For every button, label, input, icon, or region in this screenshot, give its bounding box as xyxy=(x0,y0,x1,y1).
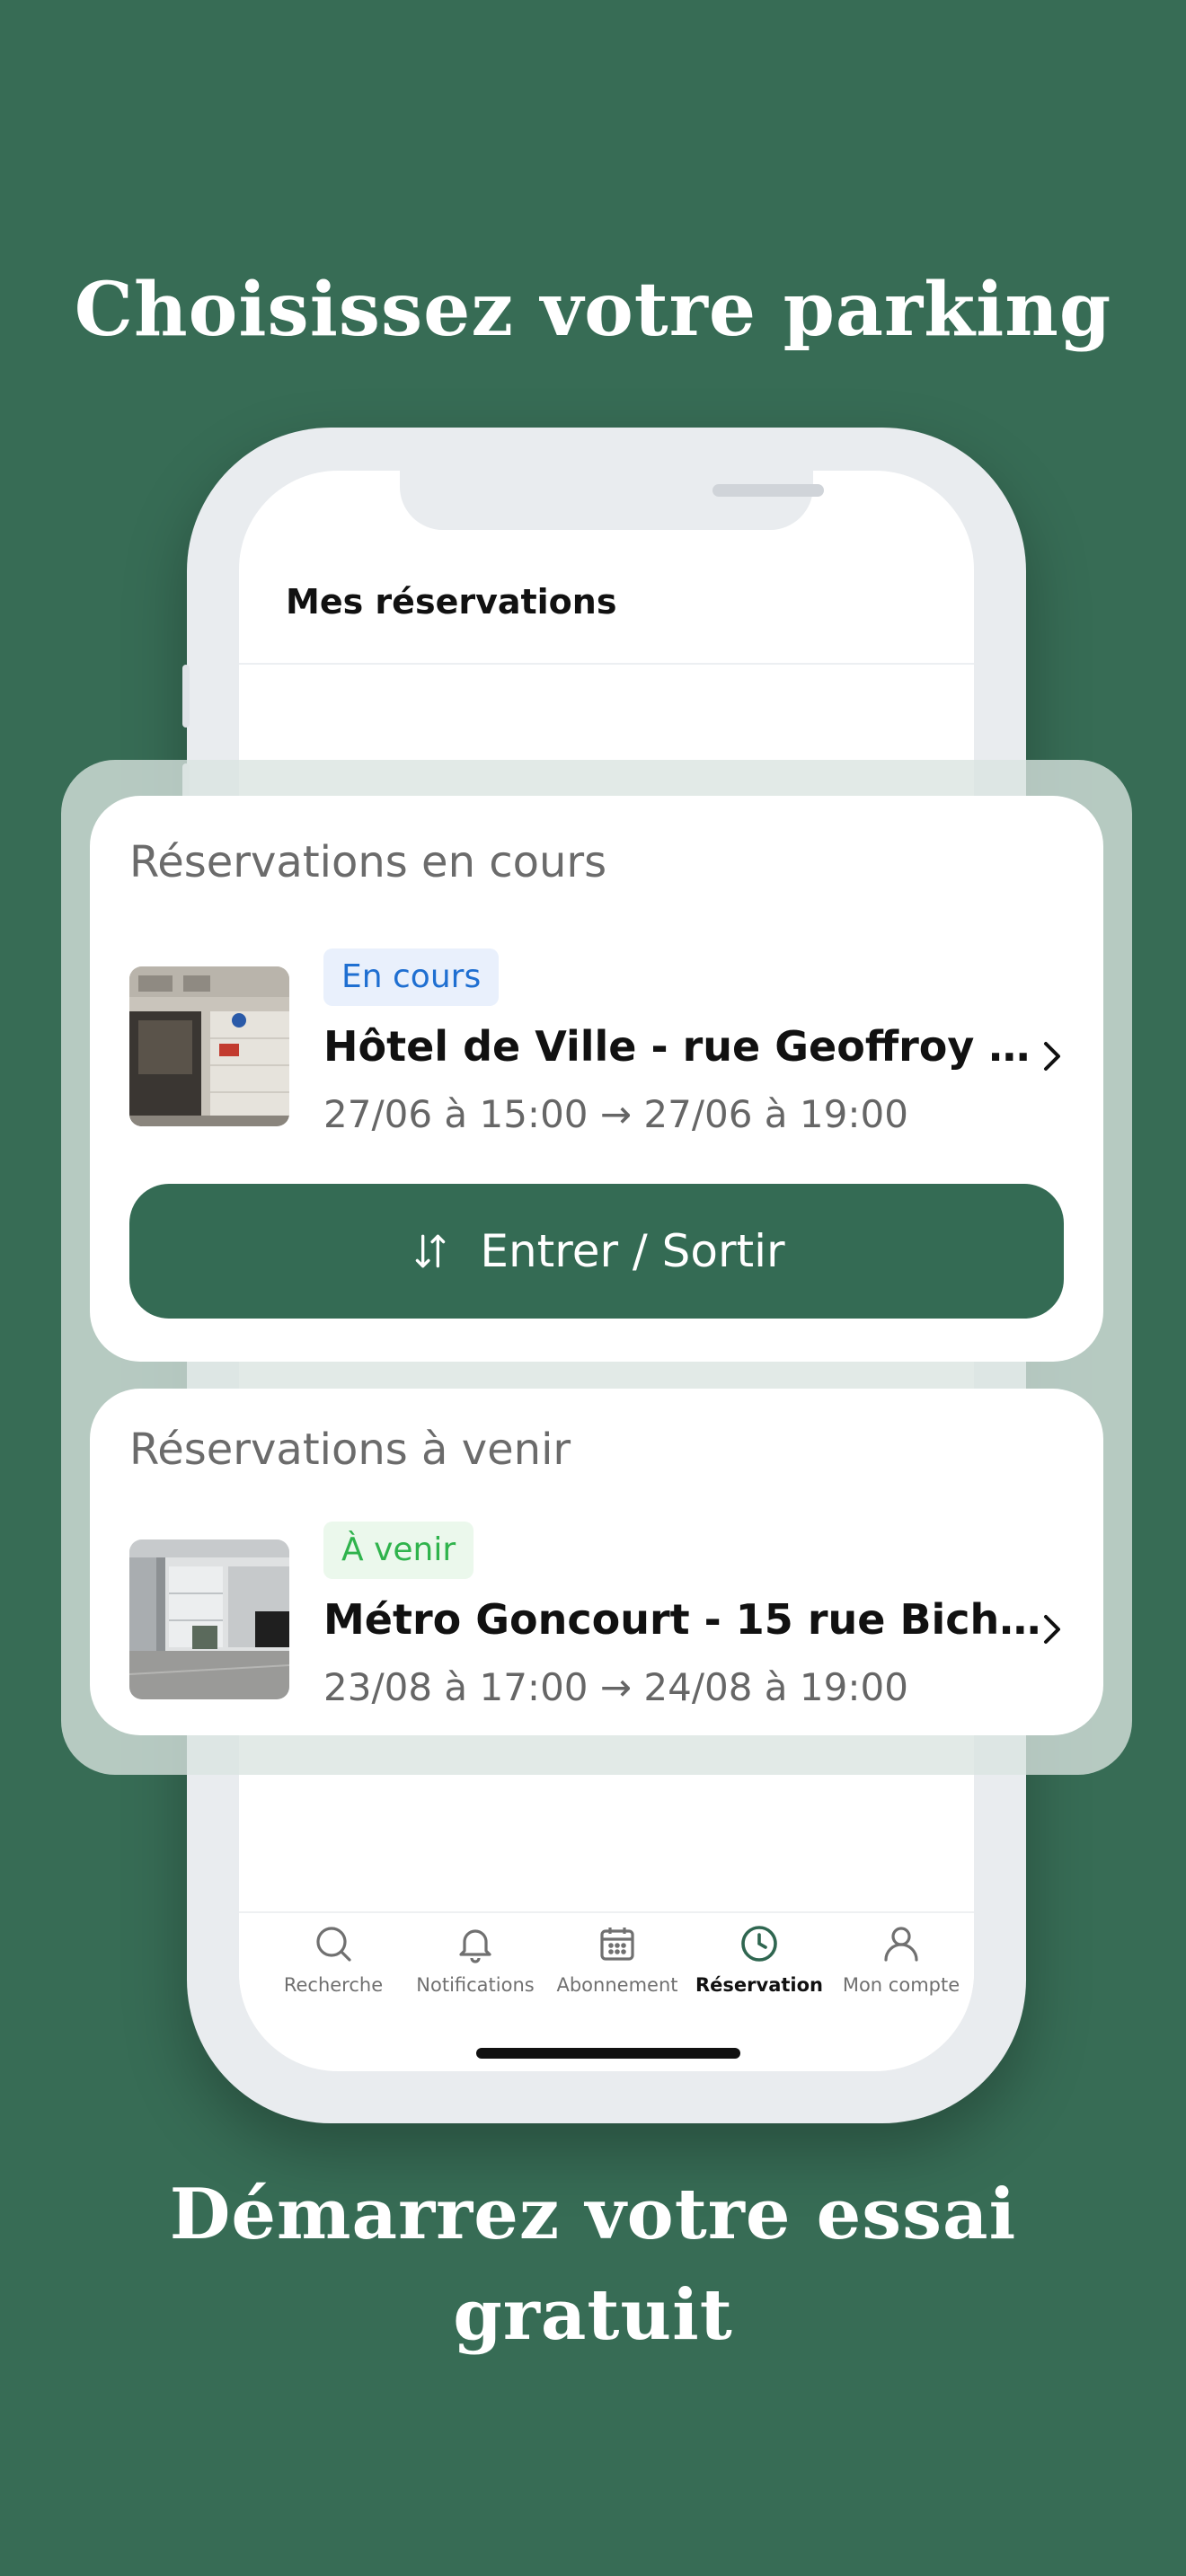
reservation-name: Métro Goncourt - 15 rue Bichat... xyxy=(323,1595,1042,1644)
upcoming-reservations-card: Réservations à venir À venir Métro Gonco… xyxy=(90,1389,1103,1735)
tab-bar: Recherche Notifications Abonnement Réser… xyxy=(239,1911,974,2019)
phone-notch xyxy=(400,471,824,530)
section-title-current: Réservations en cours xyxy=(129,837,607,887)
enter-exit-button[interactable]: Entrer / Sortir xyxy=(129,1184,1064,1319)
headline-bottom-line1: Démarrez votre essai xyxy=(169,2174,1017,2255)
chevron-right-icon xyxy=(1044,1615,1060,1644)
tab-label: Recherche xyxy=(283,1974,384,1996)
speaker-grille xyxy=(712,484,824,497)
status-badge: En cours xyxy=(323,948,500,1006)
status-badge: À venir xyxy=(323,1522,474,1579)
tab-mon-compte[interactable]: Mon compte xyxy=(830,1922,972,1996)
section-title-upcoming: Réservations à venir xyxy=(129,1425,571,1475)
parking-thumbnail xyxy=(129,966,289,1126)
user-icon xyxy=(884,1927,918,1962)
reservation-name: Hôtel de Ville - rue Geoffroy l'... xyxy=(323,1022,1042,1071)
current-reservations-card: Réservations en cours En cours Hôtel de … xyxy=(90,796,1103,1362)
bell-icon xyxy=(459,1929,491,1963)
tab-label: Notifications xyxy=(416,1974,535,1996)
tab-label: Réservation xyxy=(695,1974,823,1996)
enter-exit-label: Entrer / Sortir xyxy=(480,1225,785,1277)
calendar-icon xyxy=(600,1928,634,1961)
promo-page: Choisissez votre parking Mes réservation… xyxy=(0,0,1186,2576)
screen-title: Mes réservations xyxy=(286,582,617,622)
header-divider xyxy=(239,663,974,665)
headline-bottom-line2: gratuit xyxy=(453,2274,733,2356)
reservation-row-current[interactable]: En cours Hôtel de Ville - rue Geoffroy l… xyxy=(129,948,1067,1136)
tab-notifications[interactable]: Notifications xyxy=(404,1922,546,1996)
tab-reservation[interactable]: Réservation xyxy=(688,1922,830,1996)
swap-arrows-icon xyxy=(416,1234,446,1268)
phone-side-button xyxy=(182,665,190,728)
headline-top: Choisissez votre parking xyxy=(74,267,1112,353)
tab-recherche[interactable]: Recherche xyxy=(262,1922,404,1996)
reservation-dates: 27/06 à 15:00 → 27/06 à 19:00 xyxy=(323,1092,908,1136)
tab-label: Abonnement xyxy=(556,1974,678,1996)
reservation-dates: 23/08 à 17:00 → 24/08 à 19:00 xyxy=(323,1665,908,1709)
clock-icon xyxy=(741,1926,777,1962)
parking-thumbnail xyxy=(129,1539,289,1699)
home-indicator xyxy=(476,2048,740,2059)
chevron-right-icon xyxy=(1044,1042,1060,1071)
tab-label: Mon compte xyxy=(842,1974,960,1996)
headline-bottom: Démarrez votre essai gratuit xyxy=(0,2165,1186,2366)
search-icon xyxy=(316,1927,351,1962)
reservation-row-upcoming[interactable]: À venir Métro Goncourt - 15 rue Bichat..… xyxy=(129,1522,1067,1709)
tab-abonnement[interactable]: Abonnement xyxy=(546,1922,688,1996)
